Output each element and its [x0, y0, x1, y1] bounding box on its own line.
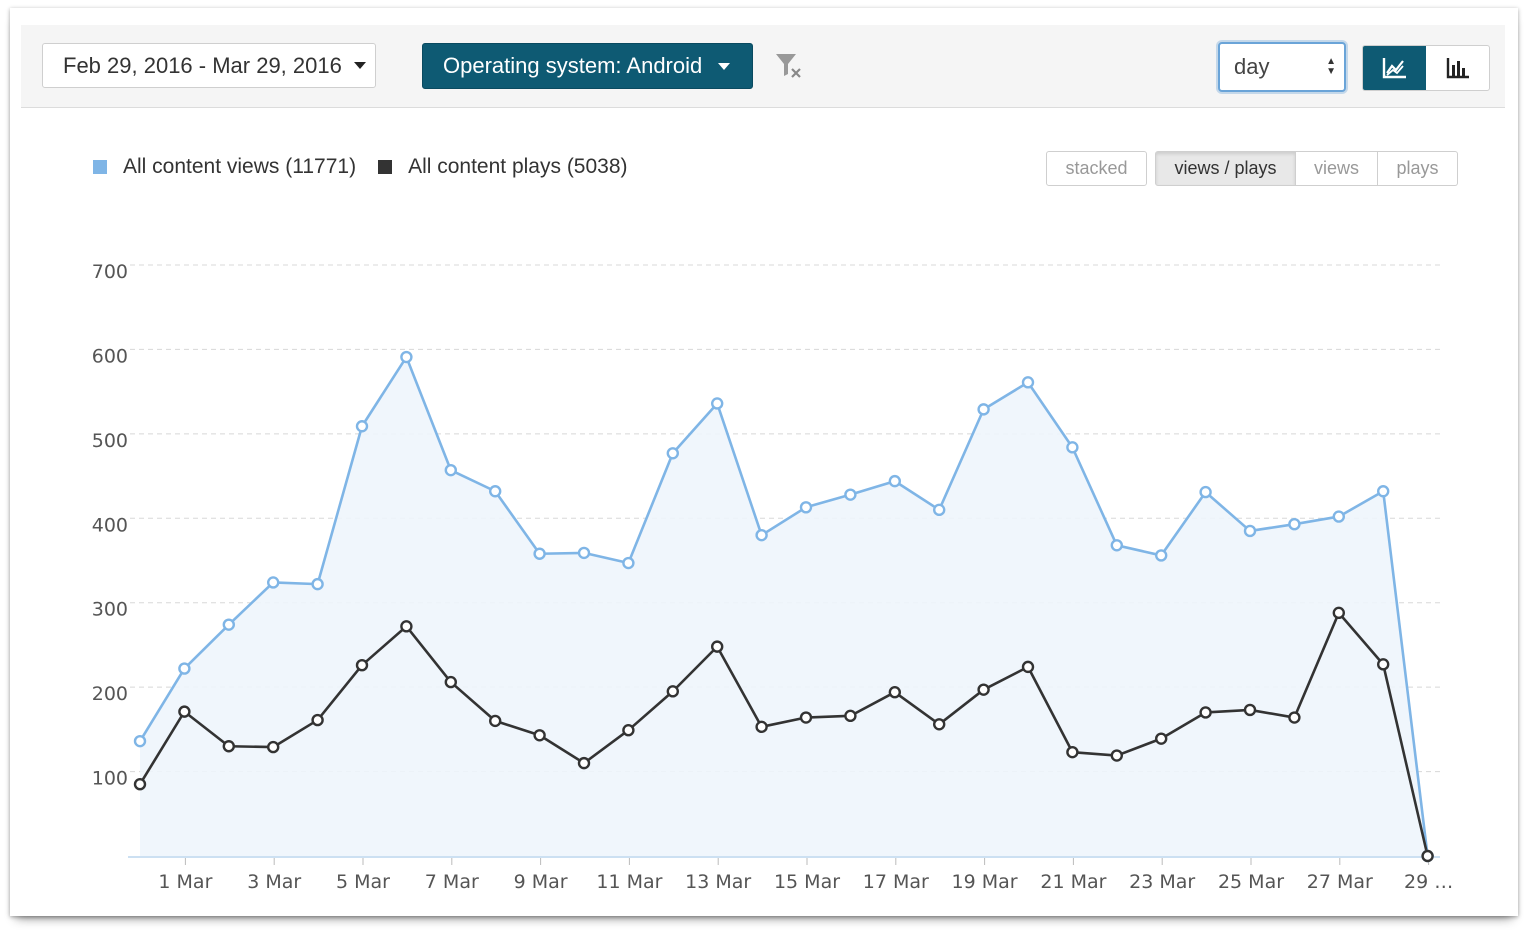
- plays-point: [133, 778, 147, 791]
- views-point: [933, 503, 946, 517]
- plays-point: [844, 709, 857, 723]
- x-tick-label: 7 Mar: [425, 871, 479, 893]
- views-point: [711, 397, 724, 410]
- views-point: [1199, 485, 1212, 499]
- views-point: [1332, 510, 1346, 523]
- plays-point: [577, 756, 591, 770]
- plays-point: [1066, 745, 1079, 759]
- views-point: [533, 547, 546, 560]
- y-tick-label: 300: [92, 599, 128, 621]
- views-point: [1110, 539, 1124, 552]
- plays-point: [489, 714, 502, 728]
- views-point: [799, 501, 813, 514]
- plays-point: [977, 683, 990, 696]
- views-point: [222, 618, 236, 631]
- plays-point: [1243, 703, 1257, 717]
- x-tick-label: 3 Mar: [247, 871, 301, 893]
- x-tick-label: 1 Mar: [158, 871, 212, 893]
- plays-point: [888, 686, 901, 699]
- x-tick-label: 5 Mar: [336, 871, 390, 893]
- views-point: [489, 485, 502, 498]
- x-tick-label: 21 Mar: [1040, 871, 1106, 893]
- views-point: [178, 662, 191, 675]
- plays-point: [666, 685, 679, 698]
- views-point: [1066, 441, 1079, 454]
- y-tick-label: 500: [92, 430, 128, 452]
- plays-point: [1376, 658, 1390, 671]
- views-point: [666, 447, 679, 460]
- views-point: [844, 488, 857, 501]
- y-tick-label: 100: [92, 768, 128, 790]
- x-tick-label: 13 Mar: [685, 871, 751, 893]
- views-point: [1021, 376, 1035, 389]
- y-tick-label: 700: [92, 261, 128, 283]
- views-point: [444, 463, 457, 477]
- views-point: [1288, 517, 1301, 531]
- plays-point: [755, 720, 768, 734]
- plays-point: [1199, 706, 1212, 719]
- x-tick-label: 17 Mar: [863, 871, 929, 893]
- plays-point: [222, 740, 236, 753]
- views-point: [1154, 549, 1168, 562]
- x-tick-label: 25 Mar: [1218, 871, 1284, 893]
- views-point: [311, 577, 324, 591]
- x-tick-label: 27 Mar: [1307, 871, 1373, 893]
- views-point: [977, 403, 990, 416]
- x-tick-label: 23 Mar: [1129, 871, 1195, 893]
- plays-point: [1021, 660, 1035, 674]
- plays-point: [400, 620, 413, 633]
- plays-point: [1154, 732, 1168, 745]
- plays-point: [311, 713, 324, 727]
- views-point: [1243, 524, 1257, 538]
- x-tick-label: 9 Mar: [514, 871, 568, 893]
- views-point: [133, 734, 147, 748]
- plays-point: [1421, 849, 1434, 863]
- y-tick-label: 200: [92, 683, 128, 705]
- views-point: [755, 528, 768, 542]
- plays-point: [1110, 749, 1124, 762]
- plays-point: [533, 729, 546, 742]
- plays-point: [1332, 606, 1346, 620]
- plays-point: [711, 640, 724, 653]
- views-point: [622, 556, 635, 570]
- views-point: [1376, 485, 1390, 498]
- x-tick-label: 15 Mar: [774, 871, 840, 893]
- y-tick-label: 400: [92, 514, 128, 536]
- plays-point: [444, 675, 457, 689]
- views-point: [400, 350, 413, 364]
- views-area-fill: [140, 357, 1428, 856]
- plays-point: [1288, 711, 1301, 724]
- plays-point: [355, 658, 369, 672]
- views-point: [355, 420, 369, 433]
- views-point: [888, 474, 901, 488]
- x-tick-label: 19 Mar: [952, 871, 1018, 893]
- plays-point: [267, 740, 280, 754]
- line-chart: 100 200 300 400 500 600 700 1 Mar 3 Mar 5 Mar 7 Ma…: [92, 261, 1453, 893]
- plays-point: [799, 711, 813, 724]
- plays-point: [178, 705, 191, 718]
- views-point: [577, 546, 591, 560]
- plays-point: [622, 723, 635, 737]
- x-tick-label: 29 …: [1404, 871, 1453, 893]
- y-tick-label: 600: [92, 345, 128, 367]
- x-tick-label: 11 Mar: [596, 871, 662, 893]
- views-point: [267, 576, 280, 589]
- plays-point: [933, 718, 946, 731]
